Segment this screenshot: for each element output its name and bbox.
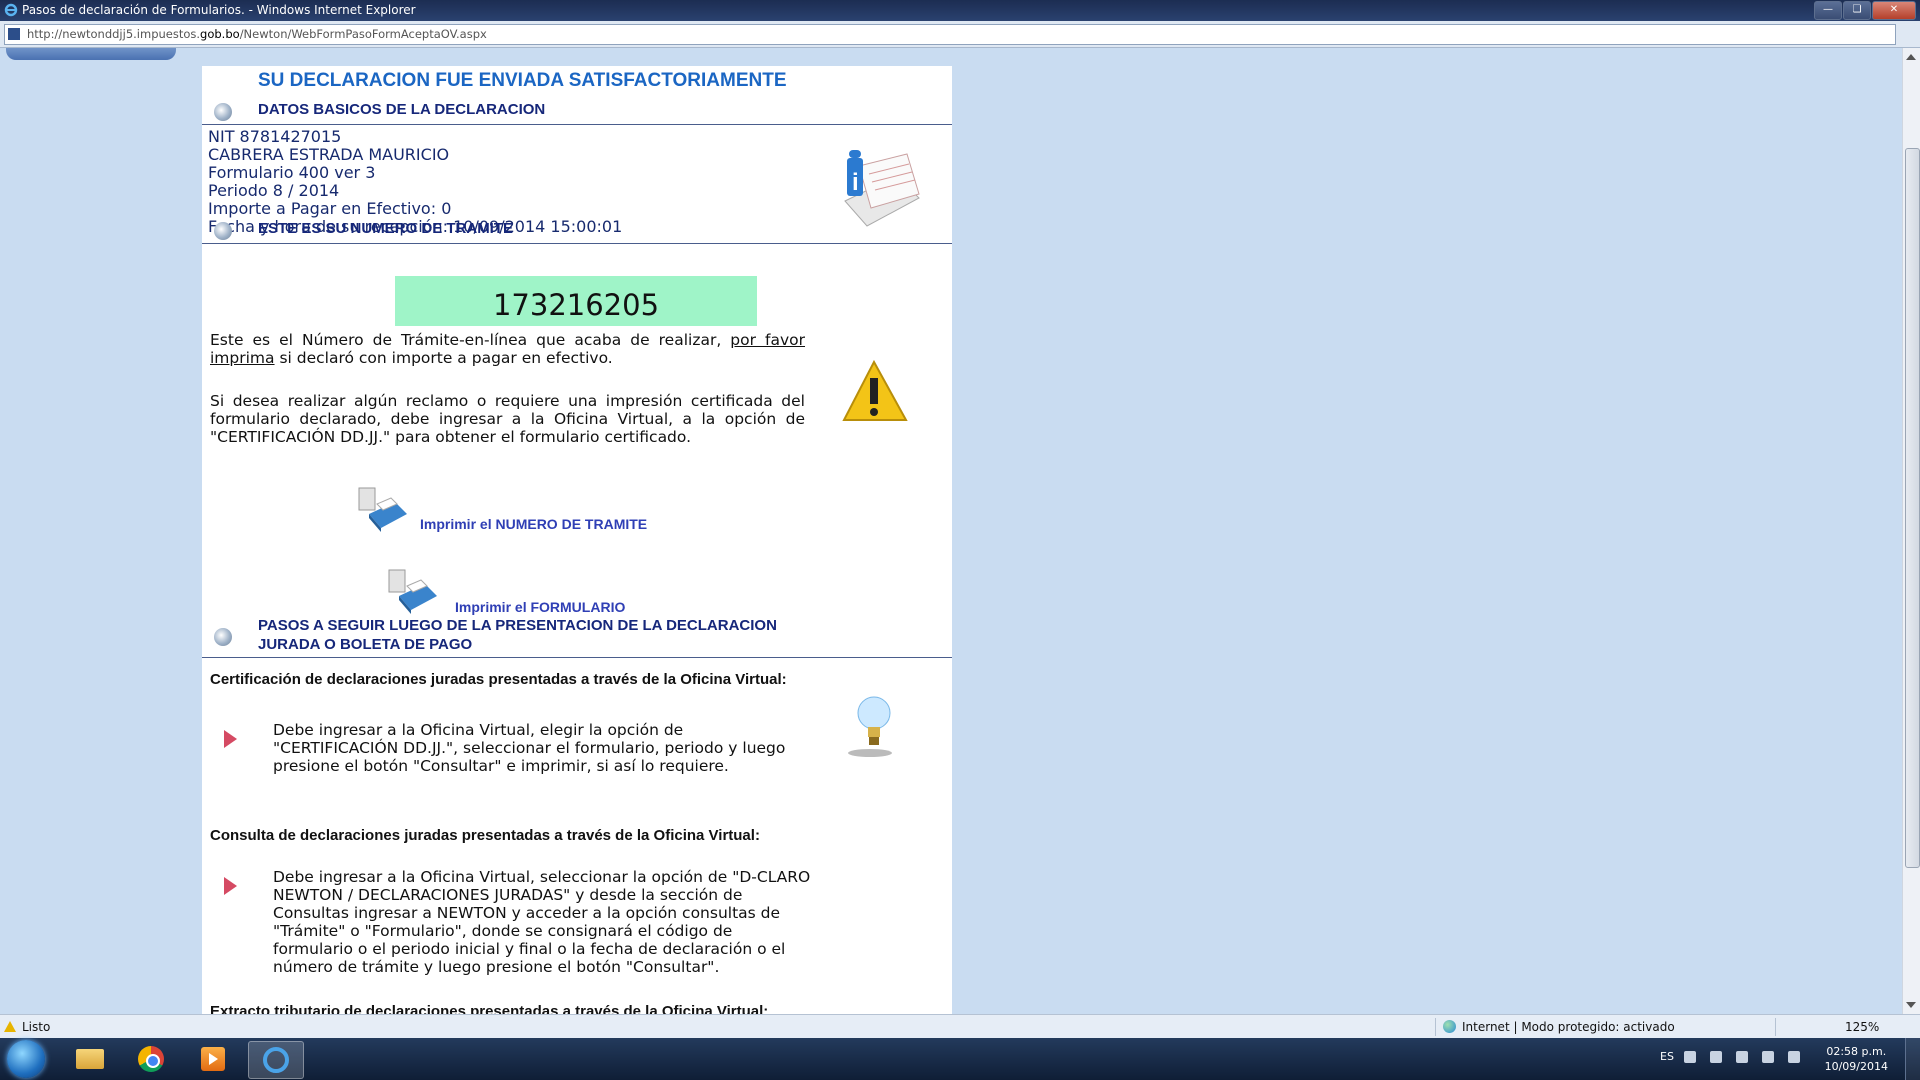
status-text: Listo: [22, 1020, 51, 1034]
scroll-up-icon[interactable]: [1906, 54, 1916, 60]
scroll-thumb[interactable]: [1905, 148, 1920, 868]
page-icon: [8, 28, 20, 40]
section-next-steps-header: PASOS A SEGUIR LUEGO DE LA PRESENTACION …: [202, 614, 952, 658]
url-input[interactable]: http://newtonddjj5.impuestos.gob.bo/Newt…: [4, 24, 1896, 45]
internet-zone-icon: [1443, 1020, 1456, 1033]
status-separator: [1775, 1018, 1776, 1036]
nit-value: NIT 8781427015: [208, 127, 342, 146]
window-title: Pasos de declaración de Formularios. - W…: [22, 3, 416, 17]
zoom-level[interactable]: 125%: [1845, 1020, 1879, 1034]
address-bar: http://newtonddjj5.impuestos.gob.bo/Newt…: [0, 21, 1920, 48]
arrow-right-icon: [224, 730, 237, 748]
security-zone-text: Internet | Modo protegido: activado: [1462, 1020, 1675, 1034]
status-separator: [1435, 1018, 1436, 1036]
claim-instruction-text: Si desea realizar algún reclamo o requie…: [210, 392, 805, 446]
internet-explorer-icon: [263, 1047, 289, 1073]
declaration-page: SU DECLARACION FUE ENVIADA SATISFACTORIA…: [202, 66, 952, 1014]
chrome-taskbar-button[interactable]: [124, 1041, 178, 1077]
period-value: Periodo 8 / 2014: [208, 181, 340, 200]
bullet-icon: [214, 222, 232, 240]
vertical-scrollbar[interactable]: [1902, 48, 1920, 1014]
print-form-link[interactable]: Imprimir el FORMULARIO: [455, 599, 625, 615]
language-indicator[interactable]: ES: [1660, 1050, 1674, 1063]
explorer-taskbar-button[interactable]: [62, 1041, 116, 1077]
warning-small-icon: [4, 1021, 16, 1032]
warning-icon: [842, 359, 908, 421]
keyboard-icon[interactable]: [1684, 1051, 1696, 1063]
media-player-icon: [201, 1047, 225, 1071]
clock-date: 10/09/2014: [1824, 1060, 1888, 1073]
certification-heading: Certificación de declaraciones juradas p…: [210, 671, 787, 688]
bullet-icon: [214, 628, 232, 646]
site-nav-tab[interactable]: [6, 48, 176, 60]
scroll-down-icon[interactable]: [1906, 1002, 1916, 1008]
taskbar: ES 02:58 p.m. 10/09/2014: [0, 1038, 1920, 1080]
svg-text:i: i: [852, 169, 859, 196]
lightbulb-icon: [848, 696, 892, 757]
chrome-icon: [138, 1046, 164, 1072]
section-tramite-title: ESTE ES SU NUMERO DE TRAMITE: [258, 220, 514, 237]
section-basic-data-header: DATOS BASICOS DE LA DECLARACION: [202, 94, 952, 125]
show-desktop-button[interactable]: [1905, 1038, 1920, 1080]
status-bar: Listo Internet | Modo protegido: activad…: [0, 1014, 1920, 1039]
section-basic-data-title: DATOS BASICOS DE LA DECLARACION: [258, 101, 546, 118]
print-tramite-link[interactable]: Imprimir el NUMERO DE TRAMITE: [420, 516, 647, 532]
page-title: SU DECLARACION FUE ENVIADA SATISFACTORIA…: [258, 70, 787, 91]
window-controls: — ❏ ✕: [1814, 1, 1916, 20]
url-text: http://newtonddjj5.impuestos.gob.bo/Newt…: [27, 27, 487, 41]
start-button[interactable]: [7, 1040, 45, 1078]
clock[interactable]: 02:58 p.m. 10/09/2014: [1825, 1044, 1888, 1074]
folder-icon: [76, 1049, 104, 1069]
arrow-right-icon: [224, 877, 237, 895]
system-tray: ES 02:58 p.m. 10/09/2014: [1640, 1038, 1920, 1080]
extracto-heading: Extracto tributario de declaraciones pre…: [210, 1003, 769, 1014]
taxpayer-name: CABRERA ESTRADA MAURICIO: [208, 145, 450, 164]
consulta-heading: Consulta de declaraciones juradas presen…: [210, 827, 760, 844]
tray-icons: [1684, 1051, 1800, 1063]
section-next-steps-title: PASOS A SEGUIR LUEGO DE LA PRESENTACION …: [258, 617, 777, 653]
print-instruction-text: Este es el Número de Trámite-en-línea qu…: [210, 331, 806, 367]
tramite-number: 173216205: [395, 276, 757, 326]
content-viewport: SU DECLARACION FUE ENVIADA SATISFACTORIA…: [0, 48, 1902, 1014]
volume-icon[interactable]: [1788, 1051, 1800, 1063]
internet-explorer-icon: [4, 3, 18, 17]
clock-time: 02:58 p.m.: [1826, 1045, 1887, 1058]
section-tramite-header: ESTE ES SU NUMERO DE TRAMITE: [202, 214, 952, 244]
network-icon[interactable]: [1762, 1051, 1774, 1063]
close-button[interactable]: ✕: [1872, 1, 1916, 20]
printer-icon[interactable]: [355, 484, 409, 534]
battery-icon[interactable]: [1736, 1051, 1748, 1063]
printer-icon[interactable]: [385, 566, 439, 616]
media-player-taskbar-button[interactable]: [186, 1041, 240, 1077]
action-center-icon[interactable]: [1710, 1051, 1722, 1063]
certification-step: Debe ingresar a la Oficina Virtual, eleg…: [273, 721, 786, 775]
bullet-icon: [214, 103, 232, 121]
form-value: Formulario 400 ver 3: [208, 163, 376, 182]
minimize-button[interactable]: —: [1814, 1, 1842, 20]
ie-taskbar-button[interactable]: [248, 1041, 304, 1079]
consulta-step: Debe ingresar a la Oficina Virtual, sele…: [273, 868, 811, 976]
maximize-button[interactable]: ❏: [1843, 1, 1871, 20]
window-title-bar: Pasos de declaración de Formularios. - W…: [0, 0, 1920, 21]
